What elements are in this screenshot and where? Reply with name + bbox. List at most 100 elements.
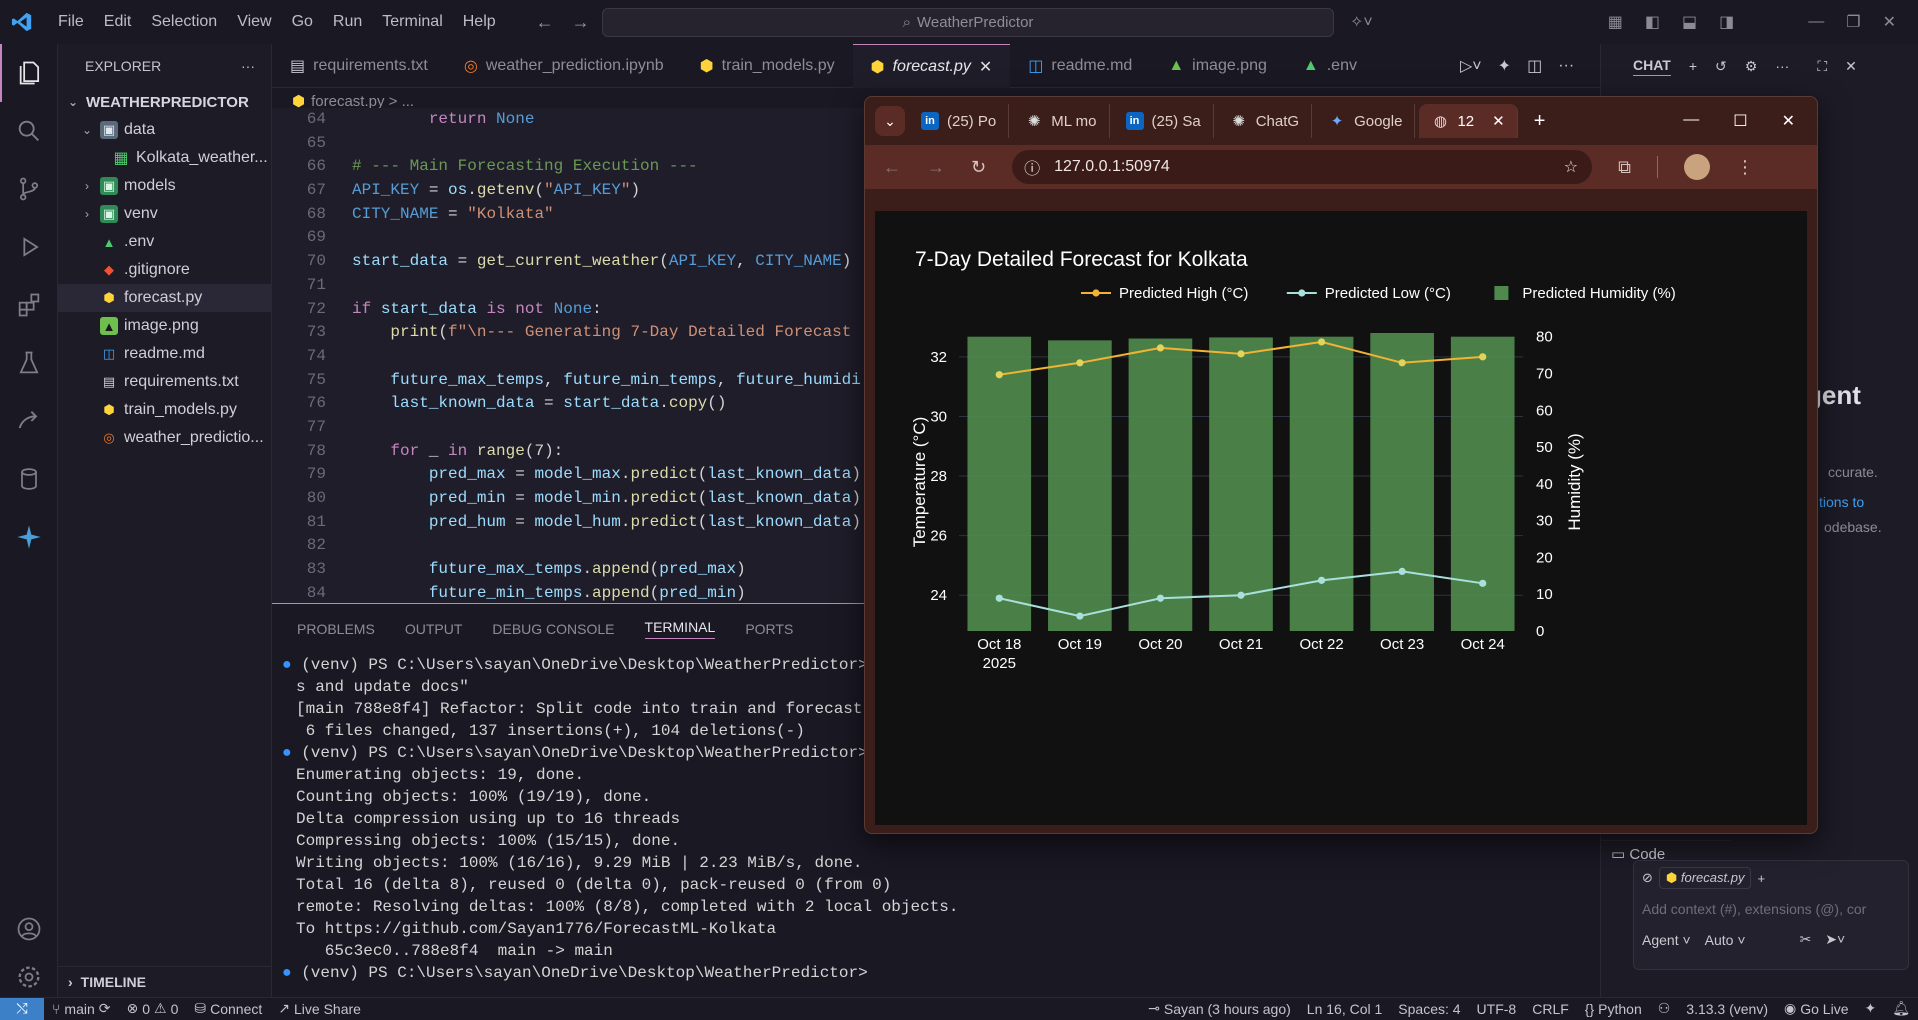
more-actions-icon[interactable]: ··· bbox=[1558, 57, 1574, 75]
menu-terminal[interactable]: Terminal bbox=[372, 0, 452, 44]
branch-indicator[interactable]: ⑂ main ⟳ bbox=[44, 1000, 119, 1017]
end-of-line[interactable]: CRLF bbox=[1524, 1001, 1577, 1017]
address-bar[interactable]: ⓘ 127.0.0.1:50974 ☆ bbox=[1012, 150, 1593, 184]
split-editor-icon[interactable]: ◫ bbox=[1527, 56, 1542, 76]
chat-placeholder[interactable]: Add context (#), extensions (@), cor bbox=[1634, 895, 1908, 923]
browser-tab-gemini[interactable]: ✦ Google bbox=[1316, 104, 1416, 138]
code-line[interactable]: 69 bbox=[272, 226, 872, 250]
code-line[interactable]: 70 start_data = get_current_weather(API_K… bbox=[272, 250, 872, 274]
tab-terminal[interactable]: TERMINAL bbox=[644, 619, 716, 639]
run-file-icon[interactable]: ▷˅ bbox=[1460, 56, 1482, 76]
python-interpreter[interactable]: 3.13.3 (venv) bbox=[1678, 1001, 1776, 1017]
chat-link-partial[interactable]: tions to bbox=[1819, 494, 1864, 510]
code-line[interactable]: 71 bbox=[272, 274, 872, 298]
connect-button[interactable]: ⛁ Connect bbox=[186, 1000, 270, 1017]
menu-edit[interactable]: Edit bbox=[94, 0, 142, 44]
live-share-button[interactable]: ↗ Live Share bbox=[270, 1000, 369, 1017]
code-line[interactable]: 75 future_max_temps, future_min_temps, f… bbox=[272, 369, 872, 393]
testing-icon[interactable] bbox=[0, 334, 58, 392]
toggle-panel-icon[interactable]: ⬓ bbox=[1682, 12, 1697, 32]
browser-tab-chatgpt[interactable]: ✺ ChatG bbox=[1218, 104, 1313, 138]
forward-arrow-icon[interactable]: → bbox=[927, 157, 945, 178]
tab-image[interactable]: ▲ image.png bbox=[1150, 44, 1285, 88]
tree-item-data[interactable]: ⌄ ▣ data bbox=[58, 116, 271, 144]
send-icon[interactable]: ➤˅ bbox=[1825, 931, 1845, 948]
tree-item-venv[interactable]: › ▣ venv bbox=[58, 200, 271, 228]
model-dropdown[interactable]: Auto ˅ bbox=[1705, 932, 1746, 948]
browser-tab-chatgpt[interactable]: ✺ ML mo bbox=[1013, 104, 1110, 138]
menu-help[interactable]: Help bbox=[453, 0, 506, 44]
tree-item-requirements[interactable]: ▤ requirements.txt bbox=[58, 368, 271, 396]
tree-root[interactable]: ⌄ WEATHERPREDICTOR bbox=[58, 88, 271, 116]
forward-arrow-icon[interactable]: → bbox=[572, 12, 590, 33]
tab-ports[interactable]: PORTS bbox=[745, 621, 793, 637]
remote-indicator-icon[interactable]: ⤭ bbox=[0, 997, 44, 1020]
code-line[interactable]: 80 pred_min = model_min.predict(last_kno… bbox=[272, 487, 872, 511]
database-icon[interactable] bbox=[0, 450, 58, 508]
maximize-icon[interactable]: ⛶ bbox=[1817, 58, 1827, 75]
code-line[interactable]: 68 CITY_NAME = "Kolkata" bbox=[272, 203, 872, 227]
code-line[interactable]: 76 last_known_data = start_data.copy() bbox=[272, 392, 872, 416]
tree-item-gitignore[interactable]: ◆ .gitignore bbox=[58, 256, 271, 284]
tree-item-train-models[interactable]: ⬢ train_models.py bbox=[58, 396, 271, 424]
indentation[interactable]: Spaces: 4 bbox=[1390, 1001, 1468, 1017]
code-line[interactable]: 77 bbox=[272, 416, 872, 440]
tools-icon[interactable]: ✂ bbox=[1800, 931, 1812, 948]
toggle-sidebar-icon[interactable]: ◧ bbox=[1645, 12, 1660, 32]
encoding[interactable]: UTF-8 bbox=[1469, 1001, 1525, 1017]
explorer-icon[interactable] bbox=[0, 44, 58, 102]
close-tab-icon[interactable]: ✕ bbox=[1492, 112, 1505, 130]
tab-readme[interactable]: ◫ readme.md bbox=[1010, 44, 1150, 88]
back-arrow-icon[interactable]: ← bbox=[536, 12, 554, 33]
notifications-icon[interactable]: 🔔︎ bbox=[1884, 1000, 1918, 1017]
back-arrow-icon[interactable]: ← bbox=[883, 157, 901, 178]
language-mode[interactable]: {} Python bbox=[1577, 1001, 1650, 1017]
command-center[interactable]: ⌕ WeatherPredictor bbox=[602, 8, 1334, 37]
close-window-icon[interactable]: ✕ bbox=[1883, 12, 1896, 32]
code-editor[interactable]: 64 return None 65 66 # --- Main Forecasting… bbox=[272, 108, 872, 603]
tree-item-models[interactable]: › ▣ models bbox=[58, 172, 271, 200]
attach-icon[interactable]: ⊘ bbox=[1642, 870, 1653, 886]
more-actions-icon[interactable]: ··· bbox=[1775, 58, 1789, 74]
search-view-icon[interactable] bbox=[0, 102, 58, 160]
menu-view[interactable]: View bbox=[227, 0, 281, 44]
code-line[interactable]: 83 future_max_temps.append(pred_max) bbox=[272, 558, 872, 582]
close-icon[interactable]: ✕ bbox=[1845, 58, 1857, 75]
close-window-icon[interactable]: ✕ bbox=[1782, 111, 1795, 131]
browser-tab-linkedin[interactable]: in (25) Sa bbox=[1114, 104, 1214, 138]
browser-tab-linkedin[interactable]: in (25) Po bbox=[909, 104, 1010, 138]
tree-item-notebook[interactable]: ◎ weather_predictio... bbox=[58, 424, 271, 452]
toggle-secondary-sidebar-icon[interactable]: ◨ bbox=[1719, 12, 1734, 32]
code-line[interactable]: 67 API_KEY = os.getenv("API_KEY") bbox=[272, 179, 872, 203]
site-info-icon[interactable]: ⓘ bbox=[1024, 155, 1040, 179]
restore-icon[interactable]: ❐ bbox=[1846, 12, 1860, 32]
remote-explorer-icon[interactable] bbox=[0, 392, 58, 450]
run-debug-icon[interactable] bbox=[0, 218, 58, 276]
close-tab-icon[interactable]: ✕ bbox=[979, 57, 992, 77]
cursor-position[interactable]: Ln 16, Col 1 bbox=[1299, 1001, 1391, 1017]
tab-train-models[interactable]: ⬢ train_models.py bbox=[682, 44, 853, 88]
tree-item-readme[interactable]: ◫ readme.md bbox=[58, 340, 271, 368]
code-line[interactable]: 66 # --- Main Forecasting Execution --- bbox=[272, 155, 872, 179]
code-line[interactable]: 84 future_min_temps.append(pred_min) bbox=[272, 582, 872, 603]
tab-requirements[interactable]: ▤ requirements.txt bbox=[272, 44, 446, 88]
maximize-icon[interactable]: ☐ bbox=[1733, 111, 1747, 131]
profile-avatar[interactable] bbox=[1683, 154, 1710, 180]
code-line[interactable]: 65 bbox=[272, 132, 872, 156]
tab-env[interactable]: ▲ .env bbox=[1285, 44, 1375, 88]
mode-dropdown[interactable]: Agent ˅ bbox=[1642, 932, 1691, 948]
copilot-sparkle-icon[interactable]: ✦ bbox=[1498, 56, 1511, 76]
code-line[interactable]: 78 for _ in range(7): bbox=[272, 440, 872, 464]
tree-item-image[interactable]: ▲ image.png bbox=[58, 312, 271, 340]
copilot-sparkle-icon[interactable]: ✦ bbox=[1856, 1000, 1884, 1017]
layout-customize-icon[interactable]: ▦ bbox=[1608, 12, 1623, 32]
problems-indicator[interactable]: ⊗ 0 ⚠ 0 bbox=[119, 1000, 187, 1017]
extensions-icon[interactable] bbox=[0, 276, 58, 334]
code-line[interactable]: 74 bbox=[272, 345, 872, 369]
add-context-icon[interactable]: + bbox=[1757, 871, 1765, 886]
menu-go[interactable]: Go bbox=[282, 0, 323, 44]
menu-selection[interactable]: Selection bbox=[141, 0, 227, 44]
tree-item-env[interactable]: ▲ .env bbox=[58, 228, 271, 256]
code-line[interactable]: 82 bbox=[272, 534, 872, 558]
extensions-puzzle-icon[interactable]: ⧉ bbox=[1618, 157, 1631, 178]
